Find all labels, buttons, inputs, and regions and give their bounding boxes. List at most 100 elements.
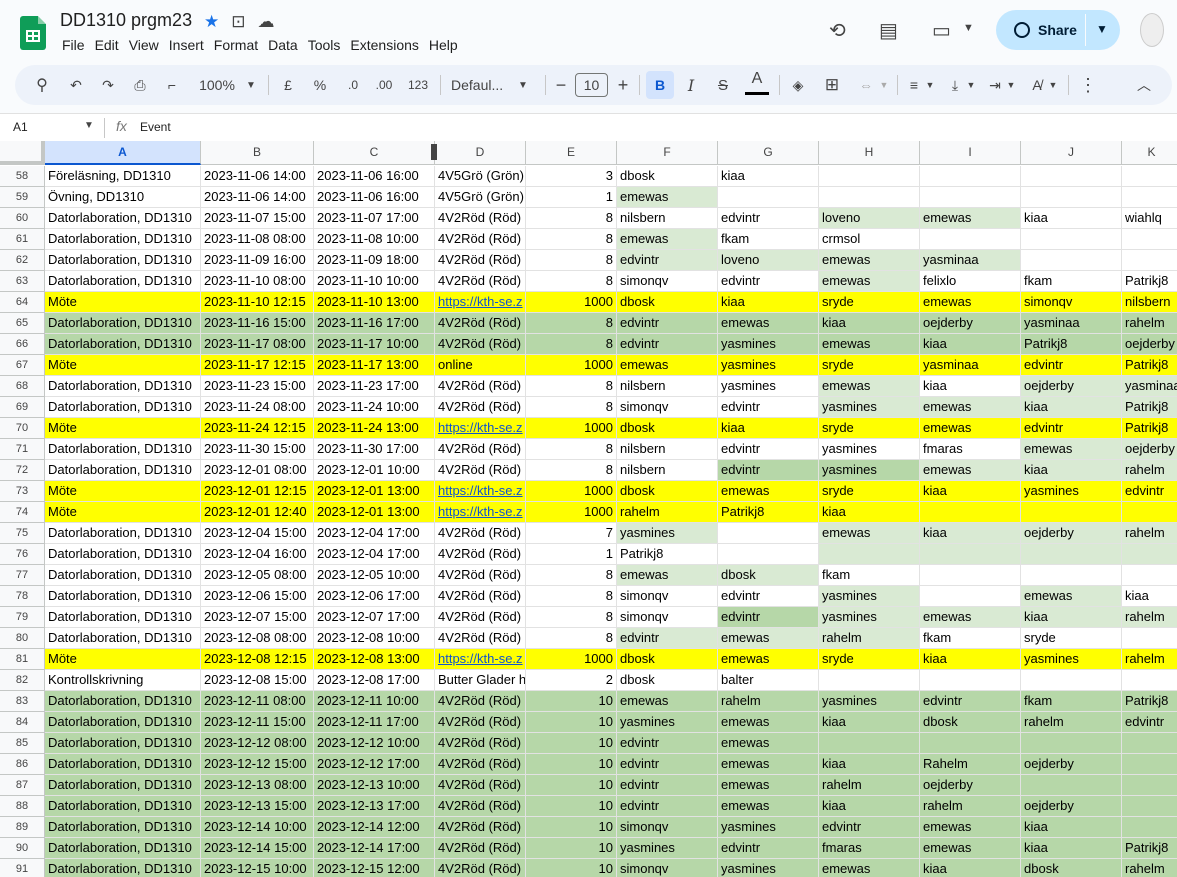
cell-f[interactable]: dbosk bbox=[617, 649, 718, 670]
column-header-j[interactable]: J bbox=[1021, 141, 1122, 165]
cell-f[interactable]: simonqv bbox=[617, 397, 718, 418]
cell-d[interactable]: 4V2Röd (Röd) bbox=[435, 397, 526, 418]
cell-f[interactable]: emewas bbox=[617, 691, 718, 712]
cell-d[interactable]: https://kth-se.z bbox=[435, 292, 526, 313]
cell-f[interactable]: edvintr bbox=[617, 796, 718, 817]
cell-e[interactable]: 1000 bbox=[526, 355, 617, 376]
cell-k[interactable]: kiaa bbox=[1122, 586, 1177, 607]
cell-f[interactable]: nilsbern bbox=[617, 460, 718, 481]
cell-e[interactable]: 1000 bbox=[526, 502, 617, 523]
cell-c[interactable]: 2023-12-01 13:00 bbox=[314, 481, 435, 502]
cell-k[interactable]: oejderby bbox=[1122, 334, 1177, 355]
avatar[interactable] bbox=[1140, 13, 1164, 47]
cell-e[interactable]: 8 bbox=[526, 271, 617, 292]
text-color-button[interactable]: A bbox=[745, 65, 769, 95]
cell-i[interactable]: kiaa bbox=[920, 649, 1021, 670]
cell-g[interactable]: edvintr bbox=[718, 838, 819, 859]
cell-e[interactable]: 8 bbox=[526, 628, 617, 649]
cell-f[interactable]: edvintr bbox=[617, 628, 718, 649]
cell-i[interactable]: felixlo bbox=[920, 271, 1021, 292]
row-header[interactable]: 84 bbox=[0, 712, 45, 733]
cell-c[interactable]: 2023-12-11 10:00 bbox=[314, 691, 435, 712]
cell-e[interactable]: 10 bbox=[526, 817, 617, 838]
row-header[interactable]: 77 bbox=[0, 565, 45, 586]
cell-c[interactable]: 2023-12-06 17:00 bbox=[314, 586, 435, 607]
cell-k[interactable]: Patrikj8 bbox=[1122, 355, 1177, 376]
cell-e[interactable]: 8 bbox=[526, 586, 617, 607]
cell-b[interactable]: 2023-12-14 15:00 bbox=[201, 838, 314, 859]
search-icon[interactable]: ⚲ bbox=[31, 65, 53, 105]
cell-g[interactable]: emewas bbox=[718, 628, 819, 649]
cell-f[interactable]: simonqv bbox=[617, 859, 718, 877]
row-header[interactable]: 87 bbox=[0, 775, 45, 796]
cell-h[interactable]: rahelm bbox=[819, 628, 920, 649]
row-header[interactable]: 89 bbox=[0, 817, 45, 838]
cell-i[interactable] bbox=[920, 166, 1021, 187]
cell-d[interactable]: 4V2Röd (Röd) bbox=[435, 586, 526, 607]
cell-a[interactable]: Datorlaboration, DD1310 bbox=[45, 460, 201, 481]
row-header[interactable]: 79 bbox=[0, 607, 45, 628]
cell-c[interactable]: 2023-11-24 13:00 bbox=[314, 418, 435, 439]
cell-b[interactable]: 2023-11-24 08:00 bbox=[201, 397, 314, 418]
cell-g[interactable] bbox=[718, 523, 819, 544]
cell-f[interactable]: nilsbern bbox=[617, 208, 718, 229]
cell-k[interactable]: Patrikj8 bbox=[1122, 271, 1177, 292]
cell-g[interactable]: yasmines bbox=[718, 355, 819, 376]
cell-e[interactable]: 1 bbox=[526, 544, 617, 565]
cell-e[interactable]: 3 bbox=[526, 166, 617, 187]
column-header-d[interactable]: D bbox=[435, 141, 526, 165]
cell-f[interactable]: simonqv bbox=[617, 817, 718, 838]
cell-b[interactable]: 2023-12-15 10:00 bbox=[201, 859, 314, 877]
cell-g[interactable]: emewas bbox=[718, 796, 819, 817]
cell-b[interactable]: 2023-12-01 12:40 bbox=[201, 502, 314, 523]
cell-e[interactable]: 8 bbox=[526, 250, 617, 271]
cell-g[interactable] bbox=[718, 544, 819, 565]
cell-h[interactable]: yasmines bbox=[819, 607, 920, 628]
cell-b[interactable]: 2023-12-12 08:00 bbox=[201, 733, 314, 754]
cell-i[interactable] bbox=[920, 586, 1021, 607]
cell-a[interactable]: Datorlaboration, DD1310 bbox=[45, 838, 201, 859]
cell-i[interactable]: emewas bbox=[920, 418, 1021, 439]
cell-a[interactable]: Datorlaboration, DD1310 bbox=[45, 523, 201, 544]
cell-k[interactable]: edvintr bbox=[1122, 481, 1177, 502]
cell-b[interactable]: 2023-12-07 15:00 bbox=[201, 607, 314, 628]
cell-b[interactable]: 2023-11-17 08:00 bbox=[201, 334, 314, 355]
halign-caret-icon[interactable]: ▼ bbox=[924, 65, 936, 105]
font-caret-icon[interactable]: ▼ bbox=[516, 65, 530, 105]
cell-d[interactable]: 4V2Röd (Röd) bbox=[435, 838, 526, 859]
cell-j[interactable]: oejderby bbox=[1021, 796, 1122, 817]
cell-d[interactable]: https://kth-se.z bbox=[435, 418, 526, 439]
cell-h[interactable]: sryde bbox=[819, 292, 920, 313]
cell-j[interactable]: oejderby bbox=[1021, 376, 1122, 397]
cell-j[interactable] bbox=[1021, 544, 1122, 565]
cell-g[interactable]: rahelm bbox=[718, 691, 819, 712]
row-header[interactable]: 73 bbox=[0, 481, 45, 502]
cell-f[interactable]: dbosk bbox=[617, 670, 718, 691]
cell-a[interactable]: Föreläsning, DD1310 bbox=[45, 166, 201, 187]
cell-k[interactable]: Patrikj8 bbox=[1122, 691, 1177, 712]
cell-i[interactable]: kiaa bbox=[920, 481, 1021, 502]
cell-k[interactable]: wiahlq bbox=[1122, 208, 1177, 229]
cell-i[interactable]: fkam bbox=[920, 628, 1021, 649]
cell-c[interactable]: 2023-11-09 18:00 bbox=[314, 250, 435, 271]
row-header[interactable]: 60 bbox=[0, 208, 45, 229]
cell-j[interactable]: emewas bbox=[1021, 586, 1122, 607]
cell-c[interactable]: 2023-12-07 17:00 bbox=[314, 607, 435, 628]
zoom-select[interactable]: 100% bbox=[195, 65, 239, 105]
paint-format-icon[interactable]: ⌐ bbox=[161, 65, 183, 105]
cell-j[interactable]: oejderby bbox=[1021, 754, 1122, 775]
move-folder-icon[interactable]: ⊡ bbox=[231, 12, 245, 32]
font-select[interactable]: Defaul... bbox=[451, 65, 513, 105]
cell-i[interactable]: yasminaa bbox=[920, 355, 1021, 376]
cell-b[interactable]: 2023-12-08 15:00 bbox=[201, 670, 314, 691]
cell-g[interactable]: kiaa bbox=[718, 166, 819, 187]
cell-a[interactable]: Övning, DD1310 bbox=[45, 187, 201, 208]
cell-j[interactable]: yasminaa bbox=[1021, 313, 1122, 334]
cell-k[interactable] bbox=[1122, 544, 1177, 565]
cell-d[interactable]: 4V2Röd (Röd) bbox=[435, 712, 526, 733]
cell-d[interactable]: Butter Glader h bbox=[435, 670, 526, 691]
cell-h[interactable] bbox=[819, 670, 920, 691]
font-size-input[interactable]: 10 bbox=[575, 73, 608, 97]
cell-c[interactable]: 2023-12-11 17:00 bbox=[314, 712, 435, 733]
cell-c[interactable]: 2023-11-17 10:00 bbox=[314, 334, 435, 355]
